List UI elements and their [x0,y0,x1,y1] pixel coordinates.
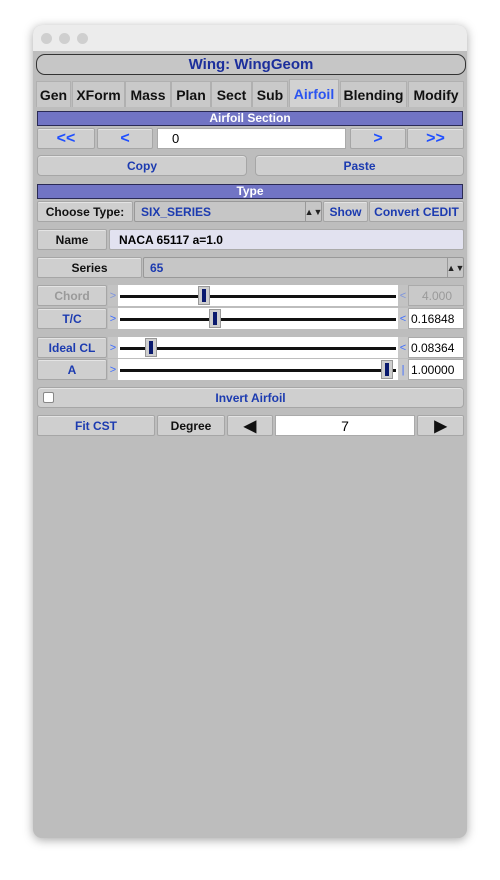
geom-title: Wing: WingGeom [36,54,466,75]
title-bar [33,25,467,51]
degree-label: Degree [157,415,225,436]
prev-section-button[interactable]: < [97,128,153,149]
tab-sub[interactable]: Sub [252,81,288,107]
series-label: Series [37,257,142,278]
type-selected: SIX_SERIES [141,204,212,219]
type-select[interactable]: SIX_SERIES ▲▼ [134,201,322,222]
show-button[interactable]: Show [323,201,368,222]
chord-slider-thumb[interactable] [198,286,211,305]
name-label: Name [37,229,107,250]
name-field[interactable]: NACA 65117 a=1.0 [109,229,464,250]
a-value-input[interactable]: 1.00000 [408,359,464,380]
type-header: Type [37,184,463,199]
chord-label[interactable]: Chord [37,285,107,306]
a-label[interactable]: A [37,359,107,380]
tab-plan[interactable]: Plan [171,81,211,107]
minimize-button[interactable] [59,33,70,44]
invert-airfoil-checkbox[interactable] [43,392,54,403]
updown-icon: ▲▼ [447,258,464,277]
ideal-cl-label[interactable]: Ideal CL [37,337,107,358]
airfoil-section-header: Airfoil Section [37,111,463,126]
fit-cst-button[interactable]: Fit CST [37,415,155,436]
tab-modify[interactable]: Modify [408,81,464,107]
ideal-cl-slider-thumb[interactable] [144,338,157,357]
tab-blending[interactable]: Blending [340,81,407,107]
close-button[interactable] [41,33,52,44]
tab-gen[interactable]: Gen [36,81,71,107]
copy-button[interactable]: Copy [37,155,247,176]
next-section-button[interactable]: > [350,128,406,149]
tab-sect[interactable]: Sect [211,81,252,107]
choose-type-label: Choose Type: [37,201,133,222]
t-c-increase-arrow[interactable]: < [398,308,408,329]
a-slider-thumb[interactable] [380,360,393,379]
tab-xform[interactable]: XForm [72,81,125,107]
convert-cedit-button[interactable]: Convert CEDIT [369,201,464,222]
t-c-decrease-arrow[interactable]: > [108,308,118,329]
chord-slider[interactable] [118,285,398,306]
chord-increase-arrow[interactable]: < [398,285,408,306]
ideal-cl-decrease-arrow[interactable]: > [108,337,118,358]
series-select[interactable]: 65 ▲▼ [143,257,464,278]
invert-airfoil-toggle[interactable]: Invert Airfoil [37,387,464,408]
paste-button[interactable]: Paste [255,155,464,176]
a-decrease-arrow[interactable]: > [108,359,118,380]
a-slider[interactable] [118,359,398,380]
invert-airfoil-label: Invert Airfoil [215,390,286,405]
ideal-cl-value-input[interactable]: 0.08364 [408,337,464,358]
chord-value-input: 4.000 [408,285,464,306]
degree-decrement-button[interactable]: ◀ [227,415,273,436]
t-c-label[interactable]: T/C [37,308,107,329]
chord-decrease-arrow[interactable]: > [108,285,118,306]
last-section-button[interactable]: >> [407,128,464,149]
updown-icon: ▲▼ [305,202,322,221]
tab-mass[interactable]: Mass [125,81,171,107]
ideal-cl-slider[interactable] [118,337,398,358]
section-index-input[interactable]: 0 [157,128,346,149]
series-selected: 65 [150,260,164,275]
t-c-slider-thumb[interactable] [209,309,222,328]
t-c-value-input[interactable]: 0.16848 [408,308,464,329]
maximize-button[interactable] [77,33,88,44]
degree-increment-button[interactable]: ▶ [417,415,464,436]
window: Wing: WingGeom Gen XForm Mass Plan Sect … [33,25,467,838]
t-c-slider[interactable] [118,308,398,329]
tab-airfoil[interactable]: Airfoil [289,79,339,107]
degree-input[interactable]: 7 [275,415,415,436]
first-section-button[interactable]: << [37,128,95,149]
a-increase-arrow[interactable]: | [398,359,408,380]
ideal-cl-increase-arrow[interactable]: < [398,337,408,358]
